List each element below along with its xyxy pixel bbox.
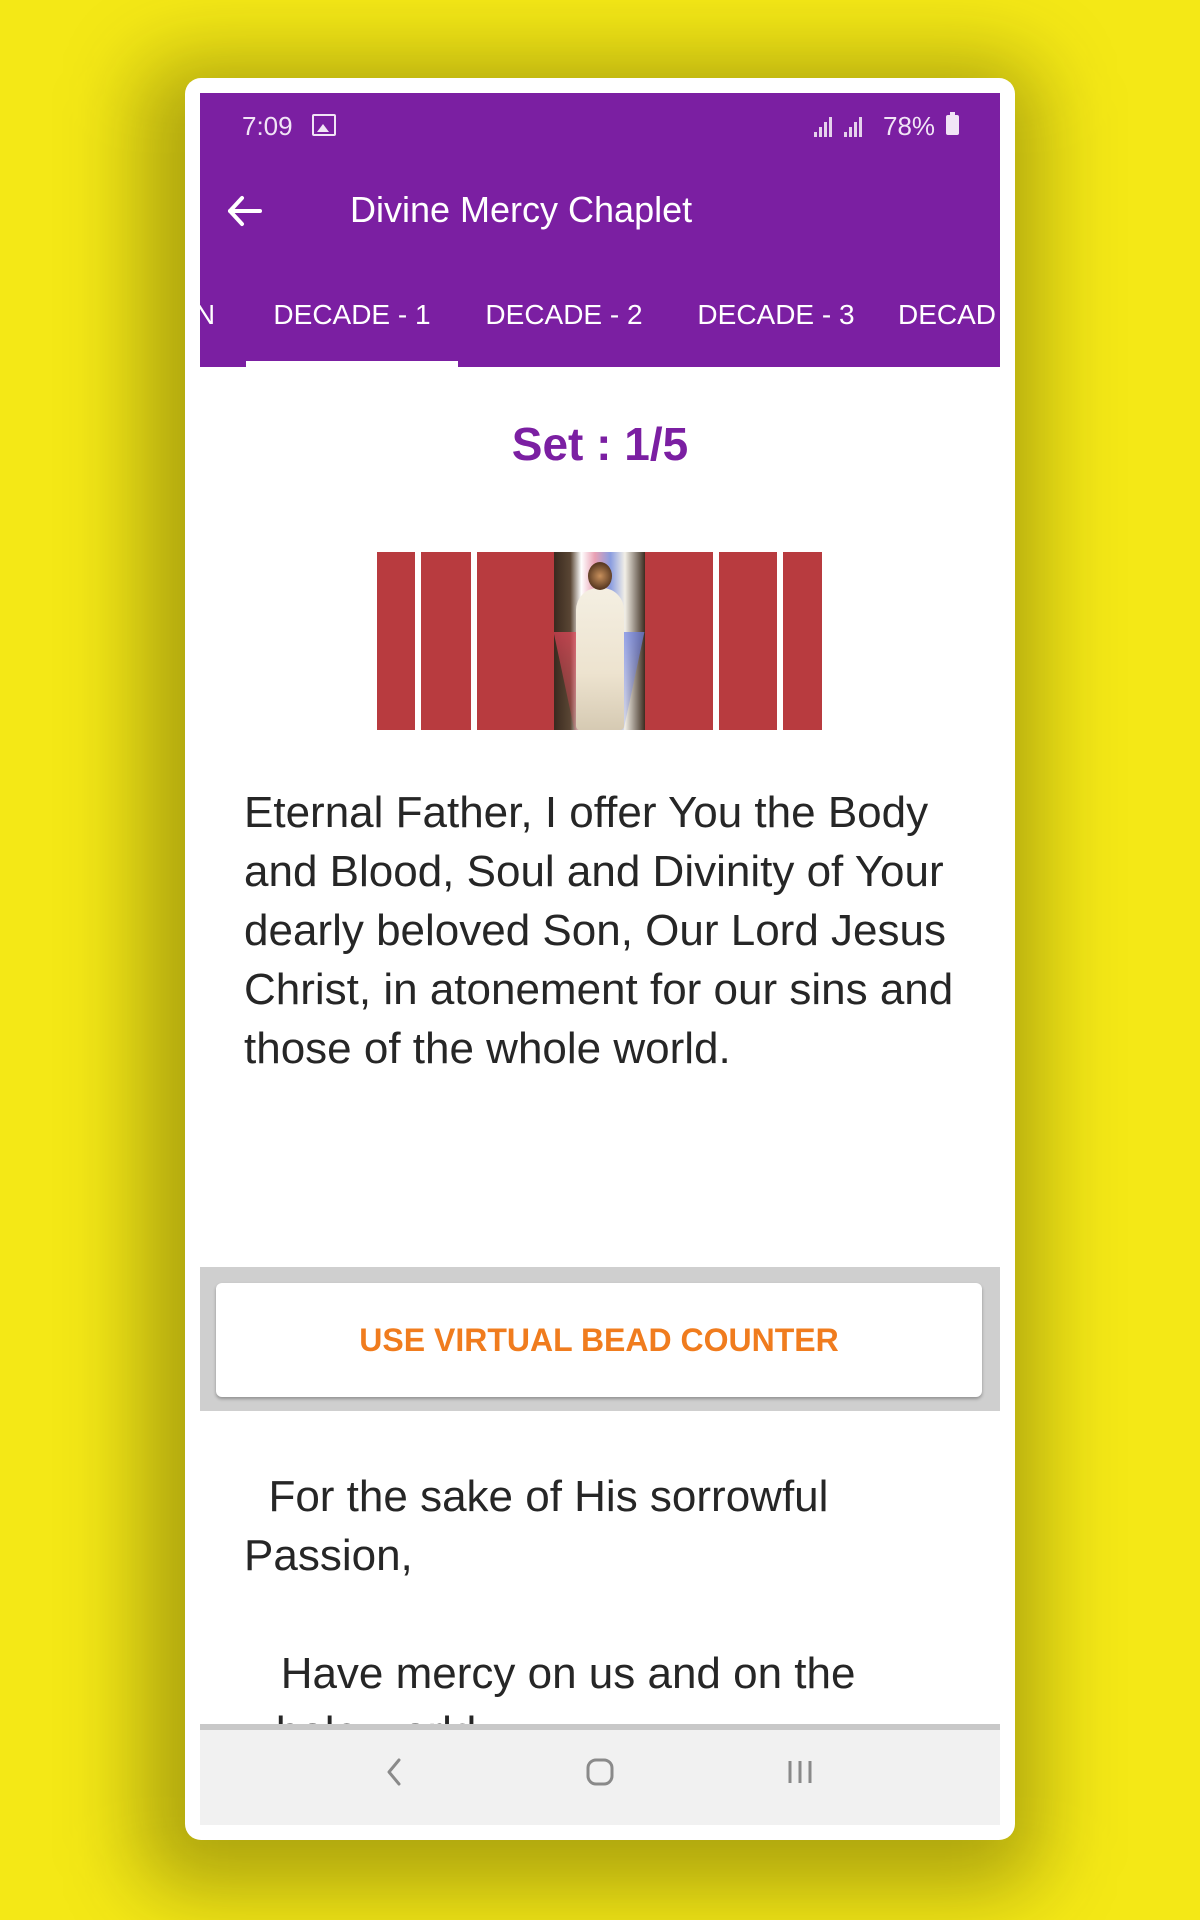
tab-decade-4[interactable]: DECAD: [898, 265, 1000, 367]
bead: [719, 552, 777, 730]
bead: [377, 552, 415, 730]
bead: [783, 552, 822, 730]
tab-decade-2[interactable]: DECADE - 2: [458, 265, 670, 367]
signal-icon: [844, 115, 866, 137]
tab-decade-3[interactable]: DECADE - 3: [670, 265, 882, 367]
prayer-eternal-father: Eternal Father, I offer You the Body and…: [244, 788, 966, 1073]
phone-screen: 7:09 78% Divine Mercy Chaplet N DECADE -: [200, 93, 1000, 1825]
battery-level: 78%: [883, 111, 936, 141]
bead: [645, 552, 713, 730]
signal-icon: [814, 115, 836, 137]
set-counter: Set : 1/5: [511, 418, 689, 470]
bead-strip: [377, 552, 822, 730]
battery-icon: [946, 112, 959, 135]
tab-decade-1[interactable]: DECADE - 1: [246, 265, 458, 367]
home-nav-icon[interactable]: [580, 1752, 620, 1797]
arrow-left-icon: [228, 196, 262, 226]
status-bar: 7:09 78%: [200, 93, 1000, 159]
bead: [477, 552, 554, 730]
back-nav-icon[interactable]: [375, 1752, 415, 1797]
navigation-bar: [200, 1724, 1000, 1825]
back-button[interactable]: [218, 185, 270, 237]
page-title: Divine Mercy Chaplet: [350, 189, 693, 230]
gallery-icon: [312, 114, 336, 136]
tab-intro[interactable]: N: [200, 265, 220, 367]
app-bar: Divine Mercy Chaplet: [200, 159, 1000, 266]
chaplet-content[interactable]: Set : 1/5 Eternal Father, I offer You th…: [200, 367, 1000, 1817]
divine-mercy-image: [554, 552, 645, 730]
recents-nav-icon[interactable]: [780, 1752, 820, 1797]
counter-area: USE VIRTUAL BEAD COUNTER: [200, 1267, 1000, 1411]
virtual-bead-counter-button[interactable]: USE VIRTUAL BEAD COUNTER: [216, 1283, 982, 1397]
status-time: 7:09: [242, 111, 293, 141]
bead: [421, 552, 471, 730]
tab-bar: N DECADE - 1 DECADE - 2 DECADE - 3 DECAD: [200, 265, 1000, 367]
